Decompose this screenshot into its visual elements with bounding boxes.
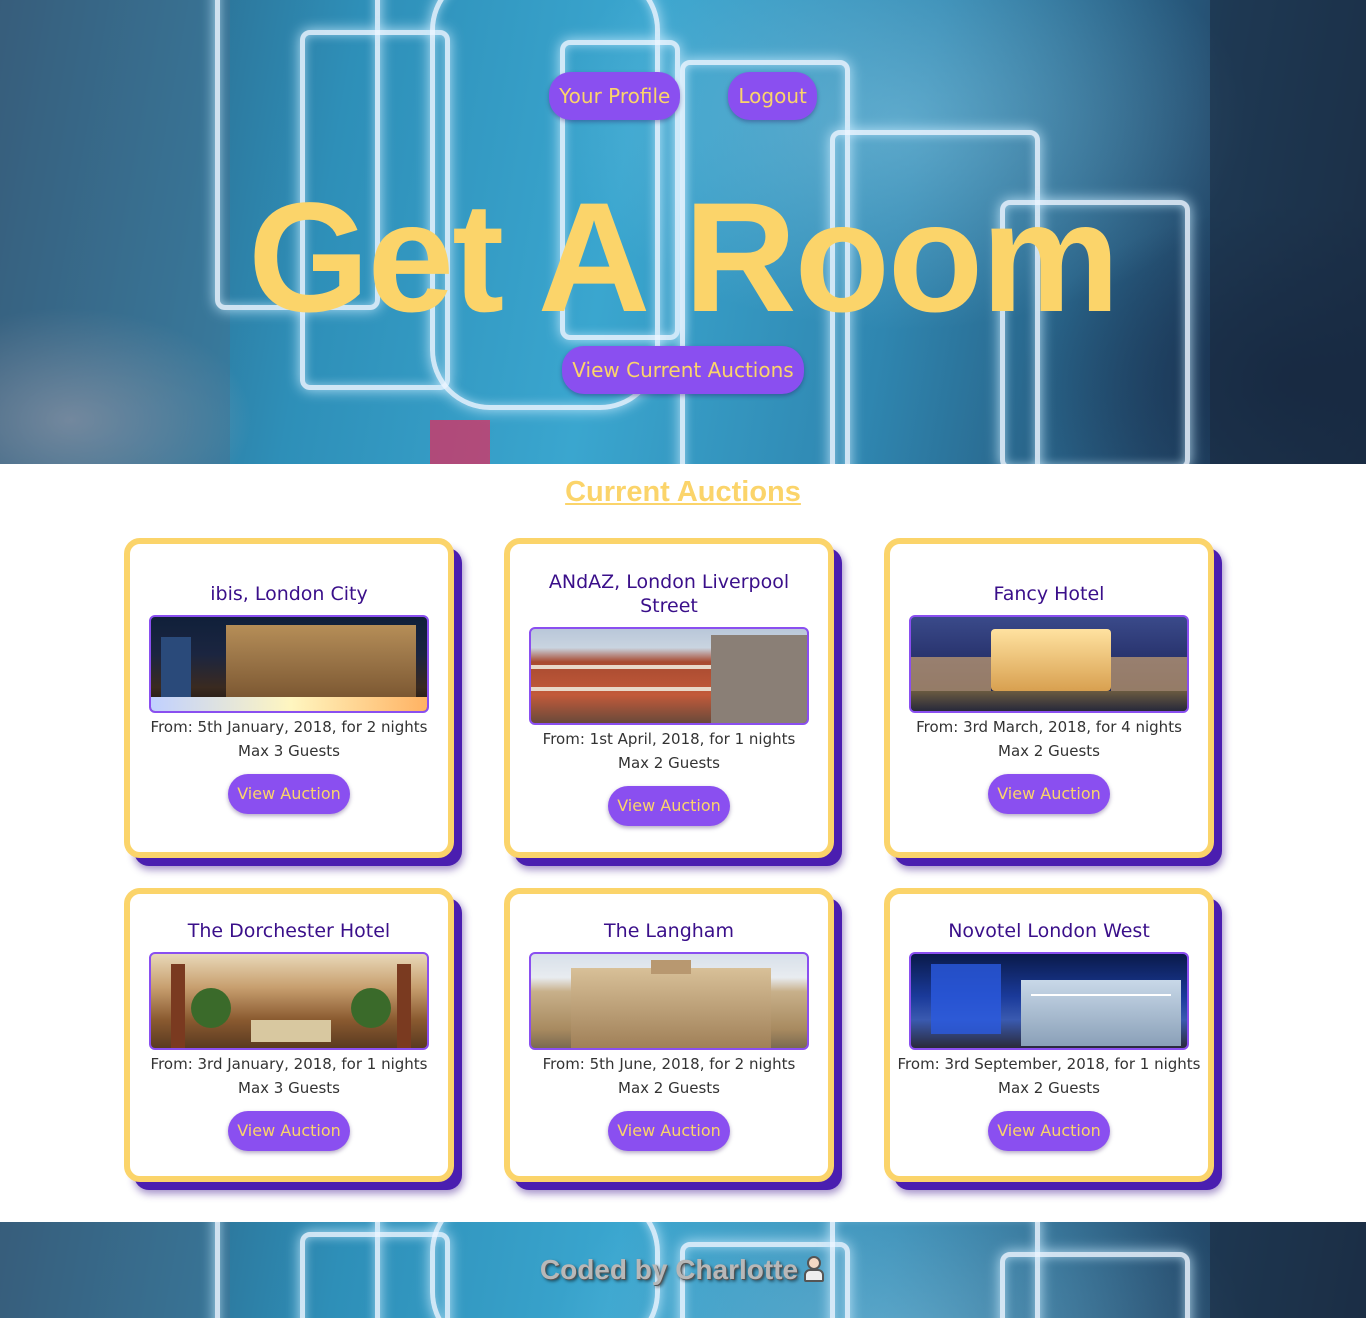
your-profile-button[interactable]: Your Profile [549,72,681,120]
hotel-name: Fancy Hotel [993,583,1105,605]
top-nav: Your Profile Logout [0,72,1366,120]
logout-button[interactable]: Logout [728,72,817,120]
hotel-name: The Langham [604,920,734,942]
auction-card: The Langham From: 5th June, 2018, for 2 … [504,888,834,1182]
city-night-hotel-photo [149,615,429,713]
footer-credit: Coded by Charlotte [0,1252,1366,1288]
view-auction-button[interactable]: View Auction [988,1111,1110,1151]
auction-card: ibis, London City From: 5th January, 201… [124,538,454,858]
view-auction-button[interactable]: View Auction [608,1111,730,1151]
hotel-name: ibis, London City [210,583,368,605]
view-auction-button[interactable]: View Auction [988,774,1110,814]
red-brick-hotel-photo [529,627,809,725]
hotel-name: ANdAZ, London Liverpool Street [548,571,790,617]
auction-grid: ibis, London City From: 5th January, 201… [124,538,1224,1182]
max-guests: Max 3 Guests [238,742,340,760]
max-guests: Max 2 Guests [998,1079,1100,1097]
view-current-auctions-button[interactable]: View Current Auctions [562,346,804,394]
glass-modern-hotel-photo [909,952,1189,1050]
hotel-name: Novotel London West [948,920,1150,942]
auction-card: The Dorchester Hotel From: 3rd January, … [124,888,454,1182]
stay-dates: From: 3rd March, 2018, for 4 nights [916,718,1182,736]
stay-dates: From: 1st April, 2018, for 1 nights [542,730,796,748]
stay-dates: From: 5th June, 2018, for 2 nights [542,1055,796,1073]
hotel-name: The Dorchester Hotel [187,920,391,942]
woman-technologist-emoji-icon [802,1256,826,1282]
auction-card: ANdAZ, London Liverpool Street From: 1st… [504,538,834,858]
section-title[interactable]: Current Auctions [0,474,1366,510]
view-auction-button[interactable]: View Auction [228,774,350,814]
auction-card: Novotel London West From: 3rd September,… [884,888,1214,1182]
lit-palace-hotel-photo [909,615,1189,713]
hero-cta-wrap: View Current Auctions [0,346,1366,394]
max-guests: Max 2 Guests [618,1079,720,1097]
view-auction-button[interactable]: View Auction [228,1111,350,1151]
stay-dates: From: 3rd September, 2018, for 1 nights [897,1055,1201,1073]
stay-dates: From: 3rd January, 2018, for 1 nights [150,1055,428,1073]
max-guests: Max 2 Guests [998,742,1100,760]
hero-title: Get A Room [248,171,1120,345]
auction-card: Fancy Hotel From: 3rd March, 2018, for 4… [884,538,1214,858]
view-auction-button[interactable]: View Auction [608,786,730,826]
max-guests: Max 2 Guests [618,754,720,772]
lobby-interior-photo [149,952,429,1050]
max-guests: Max 3 Guests [238,1079,340,1097]
stone-facade-hotel-photo [529,952,809,1050]
stay-dates: From: 5th January, 2018, for 2 nights [150,718,428,736]
footer-credit-text: Coded by Charlotte [539,1254,799,1285]
